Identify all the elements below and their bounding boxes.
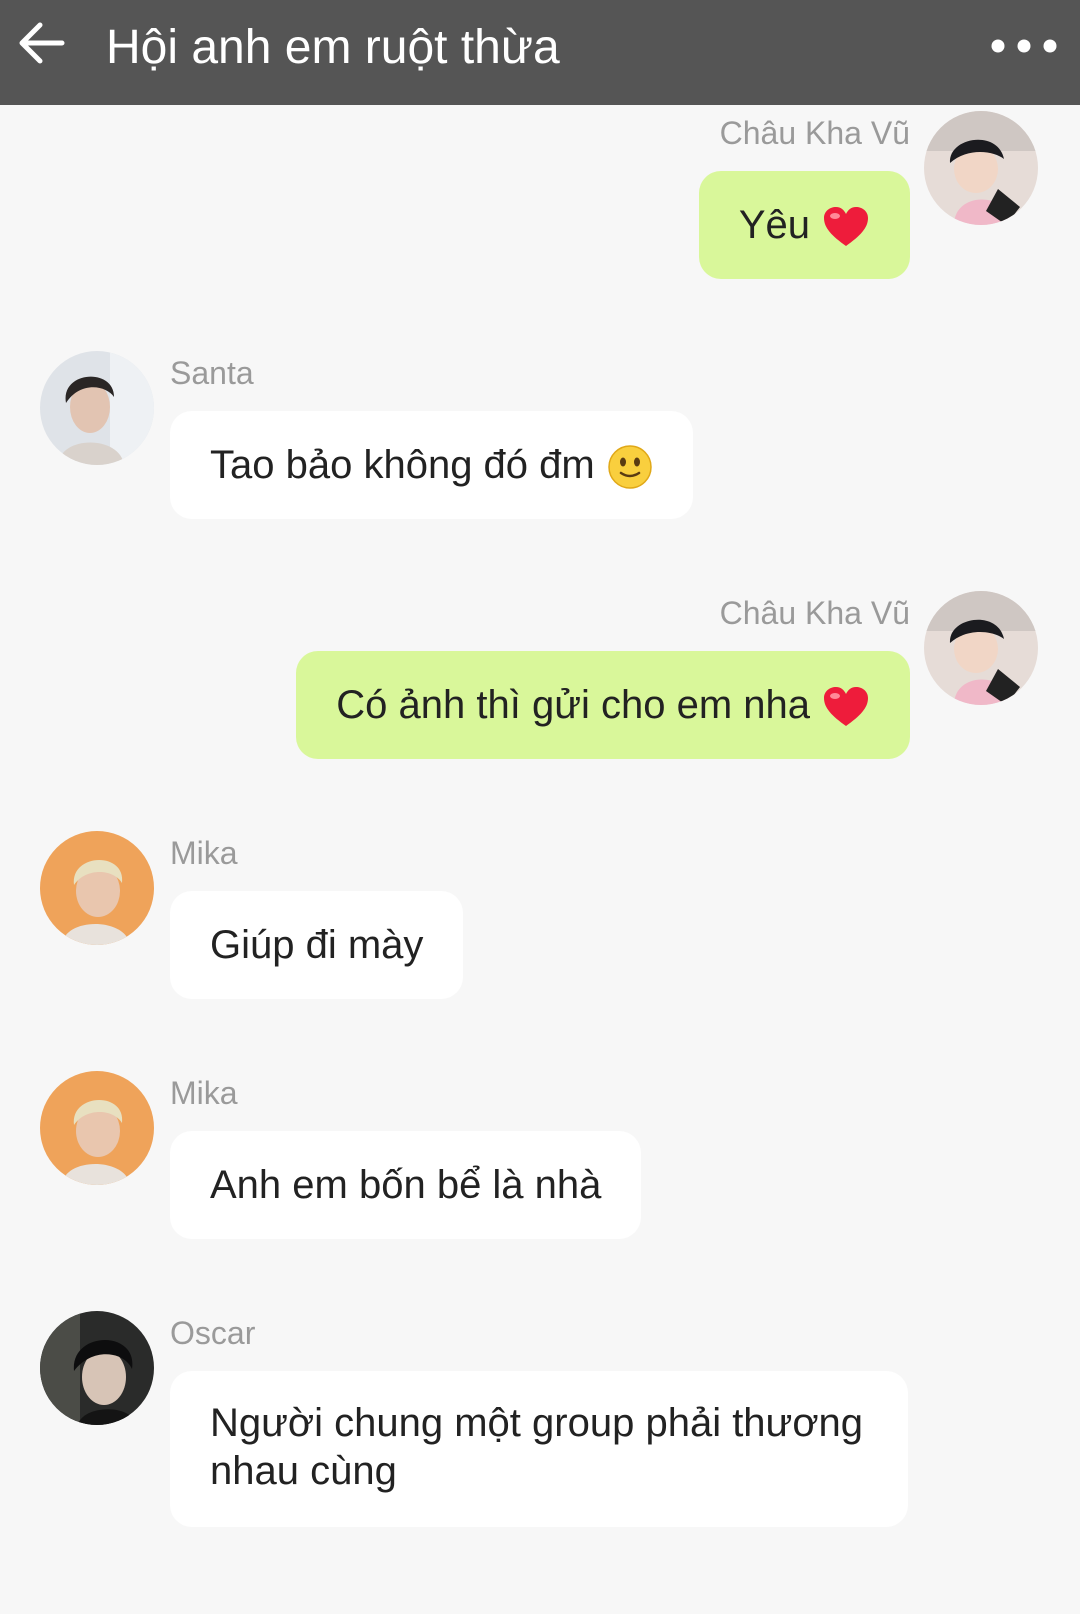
avatar[interactable] <box>40 831 154 945</box>
back-button[interactable] <box>14 16 68 70</box>
avatar[interactable] <box>924 111 1038 225</box>
message-item: Mika Anh em bốn bể là nhà <box>0 1065 1080 1265</box>
message-bubble[interactable]: Người chung một group phải thương nhau c… <box>170 1371 908 1527</box>
more-options-button[interactable] <box>988 22 1060 70</box>
chat-title: Hội anh em ruột thừa <box>106 21 560 74</box>
message-text: Anh em bốn bể là nhà <box>210 1163 602 1207</box>
sender-name: Mika <box>170 1075 238 1111</box>
sender-name: Oscar <box>170 1315 256 1351</box>
message-bubble[interactable]: Tao bảo không đó đm <box>170 411 693 519</box>
more-horizontal-icon <box>991 39 1057 53</box>
message-item: Mika Giúp đi mày <box>0 825 1080 1025</box>
message-bubble[interactable]: Có ảnh thì gửi cho em nha <box>296 651 910 759</box>
message-item: Oscar Người chung một group phải thương … <box>0 1305 1080 1565</box>
avatar[interactable] <box>40 351 154 465</box>
message-text: Giúp đi mày <box>210 923 424 967</box>
avatar[interactable] <box>40 1311 154 1425</box>
heart-emoji <box>822 206 870 248</box>
sender-name: Châu Kha Vũ <box>719 115 910 151</box>
avatar[interactable] <box>924 591 1038 705</box>
message-item: Châu Kha Vũ Có ảnh thì gửi cho em nha <box>0 585 1080 785</box>
chat-header: Hội anh em ruột thừa <box>0 0 1080 105</box>
slightly-smiling-face-emoji <box>607 444 653 490</box>
message-text: Yêu <box>738 203 810 247</box>
sender-name: Mika <box>170 835 238 871</box>
message-bubble[interactable]: Giúp đi mày <box>170 891 464 999</box>
avatar[interactable] <box>40 1071 154 1185</box>
arrow-left-icon <box>19 22 65 64</box>
heart-emoji <box>822 686 870 728</box>
sender-name: Santa <box>170 355 254 391</box>
message-item: Châu Kha Vũ Yêu <box>0 105 1080 305</box>
message-item: Santa Tao bảo không đó đm <box>0 345 1080 545</box>
sender-name: Châu Kha Vũ <box>719 595 910 631</box>
message-text: Tao bảo không đó đm <box>210 443 595 487</box>
message-bubble[interactable]: Yêu <box>698 171 910 279</box>
message-text: Người chung một group phải thương nhau c… <box>210 1401 864 1493</box>
message-bubble[interactable]: Anh em bốn bể là nhà <box>170 1131 642 1239</box>
message-text: Có ảnh thì gửi cho em nha <box>336 683 810 727</box>
